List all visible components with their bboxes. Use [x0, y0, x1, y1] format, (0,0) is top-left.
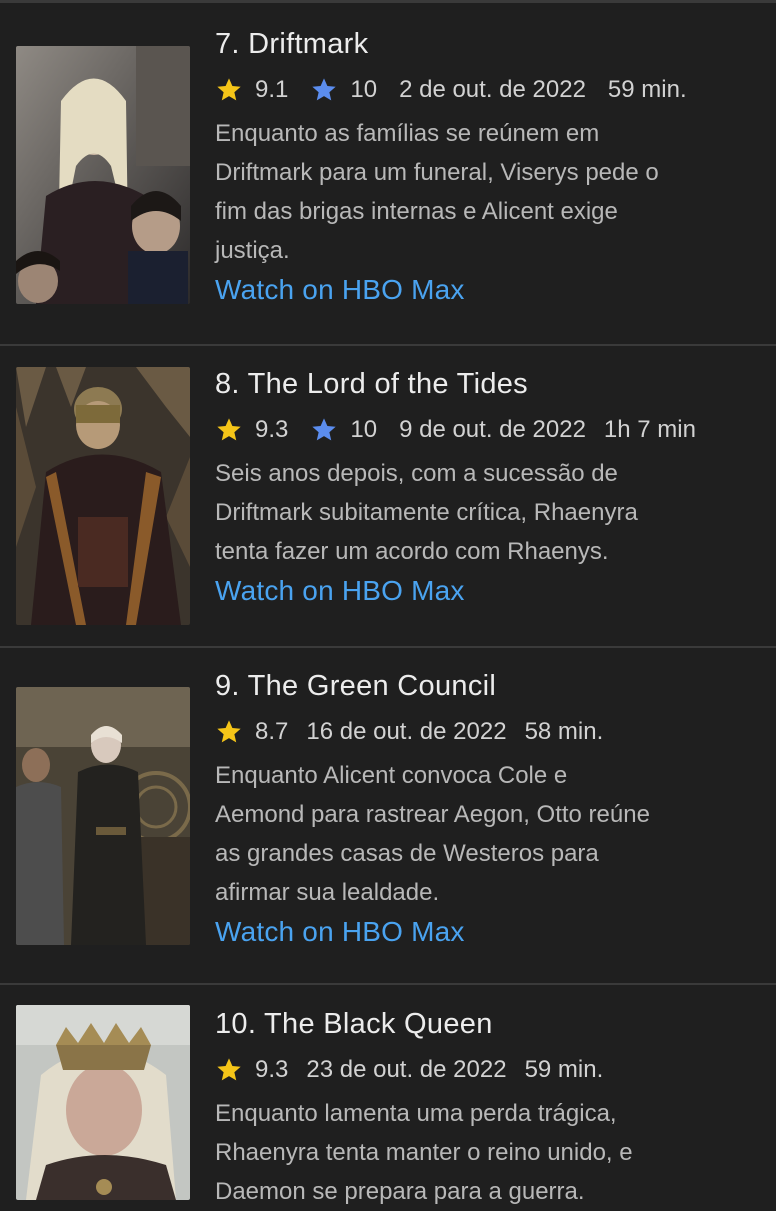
air-date: 2 de out. de 2022 — [399, 76, 586, 103]
user-star-icon[interactable] — [310, 76, 338, 104]
episode-meta: 8.7 16 de out. de 2022 58 min. — [215, 712, 763, 752]
rating-value: 9.1 — [255, 76, 289, 103]
episode-description: Enquanto Alicent convoca Cole e Aemond p… — [215, 762, 650, 906]
star-icon — [217, 78, 241, 101]
rating-value: 9.3 — [255, 416, 289, 443]
watch-link[interactable]: Watch on HBO Max — [215, 914, 465, 950]
episode-description: Enquanto lamenta uma perda trágica, Rhae… — [215, 1100, 633, 1205]
watch-link[interactable]: Watch on HBO Max — [215, 573, 465, 609]
episode-divider — [0, 983, 776, 985]
star-icon — [217, 720, 241, 743]
episode-thumbnail[interactable] — [16, 367, 190, 625]
rating-value: 8.7 — [255, 718, 289, 745]
air-date: 23 de out. de 2022 — [306, 1056, 507, 1083]
episode-title[interactable]: 9. The Green Council — [215, 668, 763, 704]
episode-meta: 9.1 10 2 de out. de 2022 59 min. — [215, 70, 763, 110]
rating-value: 9.3 — [255, 1056, 289, 1083]
duration: 58 min. — [524, 718, 604, 745]
episode-meta: 9.3 10 9 de out. de 2022 1h 7 min — [215, 410, 763, 450]
episode-thumbnail[interactable] — [16, 1005, 190, 1200]
duration: 59 min. — [607, 76, 687, 103]
duration: 59 min. — [524, 1056, 604, 1083]
top-divider — [0, 0, 776, 3]
air-date: 9 de out. de 2022 — [399, 416, 586, 443]
watch-link[interactable]: Watch on HBO Max — [215, 272, 465, 308]
user-star-icon[interactable] — [310, 416, 338, 444]
episode-divider — [0, 344, 776, 346]
episode-meta: 9.3 23 de out. de 2022 59 min. — [215, 1050, 763, 1090]
episode-title[interactable]: 8. The Lord of the Tides — [215, 366, 763, 402]
episode-title[interactable]: 10. The Black Queen — [215, 1006, 763, 1042]
duration: 1h 7 min — [603, 416, 696, 443]
episode-thumbnail[interactable] — [16, 46, 190, 304]
air-date: 16 de out. de 2022 — [306, 718, 507, 745]
episode-description: Enquanto as famílias se reúnem em Driftm… — [215, 120, 659, 264]
user-rating-value: 10 — [350, 76, 378, 103]
episode-description: Seis anos depois, com a sucessão de Drif… — [215, 460, 638, 565]
episode-divider — [0, 646, 776, 648]
user-rating-value: 10 — [350, 416, 378, 443]
episode-thumbnail[interactable] — [16, 687, 190, 945]
star-icon — [217, 1058, 241, 1081]
star-icon — [217, 418, 241, 441]
episode-title[interactable]: 7. Driftmark — [215, 26, 763, 62]
